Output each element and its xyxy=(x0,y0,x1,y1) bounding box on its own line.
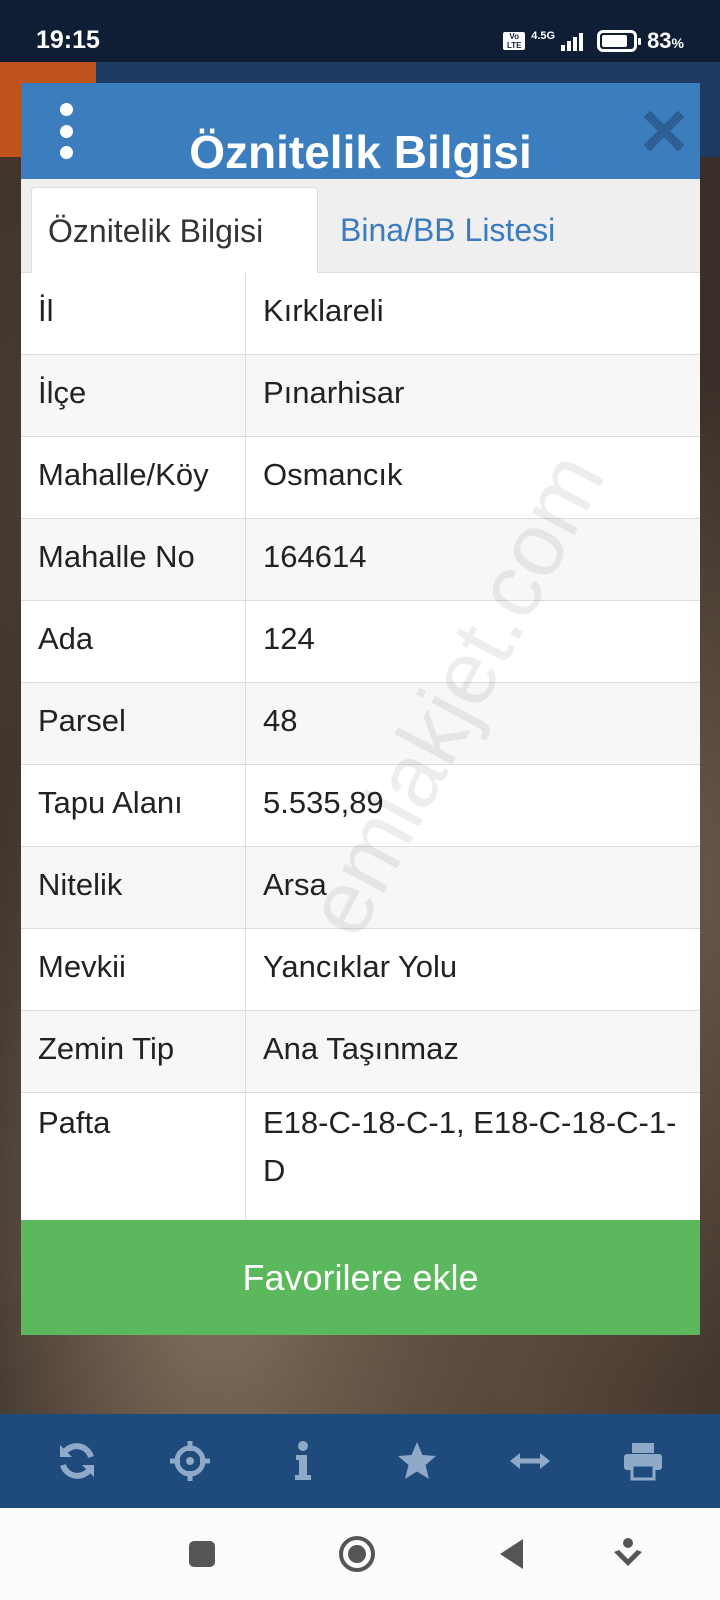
arrows-horizontal-icon[interactable] xyxy=(500,1431,560,1491)
home-button[interactable] xyxy=(331,1528,383,1580)
circle-icon xyxy=(339,1536,375,1572)
row-key: Mahalle/Köy xyxy=(21,437,246,518)
dialog-header: Öznitelik Bilgisi xyxy=(21,83,700,179)
table-row: Parsel 48 xyxy=(21,683,700,765)
dialog-title: Öznitelik Bilgisi xyxy=(189,126,532,178)
assist-button[interactable] xyxy=(602,1528,654,1580)
row-key: Nitelik xyxy=(21,847,246,928)
star-icon[interactable] xyxy=(387,1431,447,1491)
printer-icon[interactable] xyxy=(613,1431,673,1491)
battery-level xyxy=(602,35,627,47)
attribute-dialog: Öznitelik Bilgisi Öznitelik Bilgisi Bina… xyxy=(21,83,700,1335)
network-type: 4.5G xyxy=(531,29,556,42)
system-nav-bar xyxy=(0,1508,720,1600)
row-key: Mevkii xyxy=(21,929,246,1010)
table-row: Mevkii Yancıklar Yolu xyxy=(21,929,700,1011)
table-row: Zemin Tip Ana Taşınmaz xyxy=(21,1011,700,1093)
bottom-toolbar xyxy=(0,1414,720,1508)
signal-icon xyxy=(561,31,584,51)
close-icon[interactable] xyxy=(644,111,684,151)
row-value: Osmancık xyxy=(263,457,403,492)
row-key: Parsel xyxy=(21,683,246,764)
row-value: 48 xyxy=(263,703,298,738)
table-row: Mahalle No 164614 xyxy=(21,519,700,601)
assist-icon xyxy=(614,1538,642,1566)
row-key: İlçe xyxy=(21,355,246,436)
row-value: E18-C-18-C-1, E18-C-18-C-1-D xyxy=(263,1105,677,1188)
square-icon xyxy=(189,1541,215,1567)
back-button[interactable] xyxy=(486,1528,538,1580)
table-row: Pafta E18-C-18-C-1, E18-C-18-C-1-D xyxy=(21,1093,700,1224)
table-row: İlçe Pınarhisar xyxy=(21,355,700,437)
table-row: İl Kırklareli xyxy=(21,273,700,355)
tab-attribute-info[interactable]: Öznitelik Bilgisi xyxy=(31,187,318,274)
table-row: Ada 124 xyxy=(21,601,700,683)
attribute-table: İl Kırklareli İlçe Pınarhisar Mahalle/Kö… xyxy=(21,273,700,1224)
info-icon[interactable] xyxy=(273,1431,333,1491)
volte-icon: Vo LTE xyxy=(503,32,526,50)
recents-button[interactable] xyxy=(176,1528,228,1580)
table-row: Nitelik Arsa xyxy=(21,847,700,929)
battery-percent: 83% xyxy=(647,28,684,53)
row-value: Ana Taşınmaz xyxy=(263,1031,459,1066)
add-to-favorites-button[interactable]: Favorilere ekle xyxy=(21,1220,700,1335)
row-value: Arsa xyxy=(263,867,327,902)
row-key: Mahalle No xyxy=(21,519,246,600)
row-value: Yancıklar Yolu xyxy=(263,949,458,984)
status-time: 19:15 xyxy=(36,26,100,54)
refresh-icon[interactable] xyxy=(47,1431,107,1491)
row-value: 164614 xyxy=(263,539,367,574)
tab-bar: Öznitelik Bilgisi Bina/BB Listesi xyxy=(21,179,700,274)
row-key: Zemin Tip xyxy=(21,1011,246,1092)
battery-icon xyxy=(597,30,642,52)
row-key: Tapu Alanı xyxy=(21,765,246,846)
tab-building-list[interactable]: Bina/BB Listesi xyxy=(324,187,571,274)
crosshair-icon[interactable] xyxy=(160,1431,220,1491)
row-key: İl xyxy=(21,273,246,354)
row-value: 124 xyxy=(263,621,315,656)
row-value: Kırklareli xyxy=(263,293,384,328)
table-row: Mahalle/Köy Osmancık xyxy=(21,437,700,519)
row-key: Ada xyxy=(21,601,246,682)
row-value: Pınarhisar xyxy=(263,375,405,410)
table-row: Tapu Alanı 5.535,89 xyxy=(21,765,700,847)
row-value: 5.535,89 xyxy=(263,785,384,820)
status-indicators: Vo LTE 4.5G 83% xyxy=(503,26,684,56)
row-key: Pafta xyxy=(21,1093,246,1223)
triangle-back-icon xyxy=(500,1539,523,1569)
